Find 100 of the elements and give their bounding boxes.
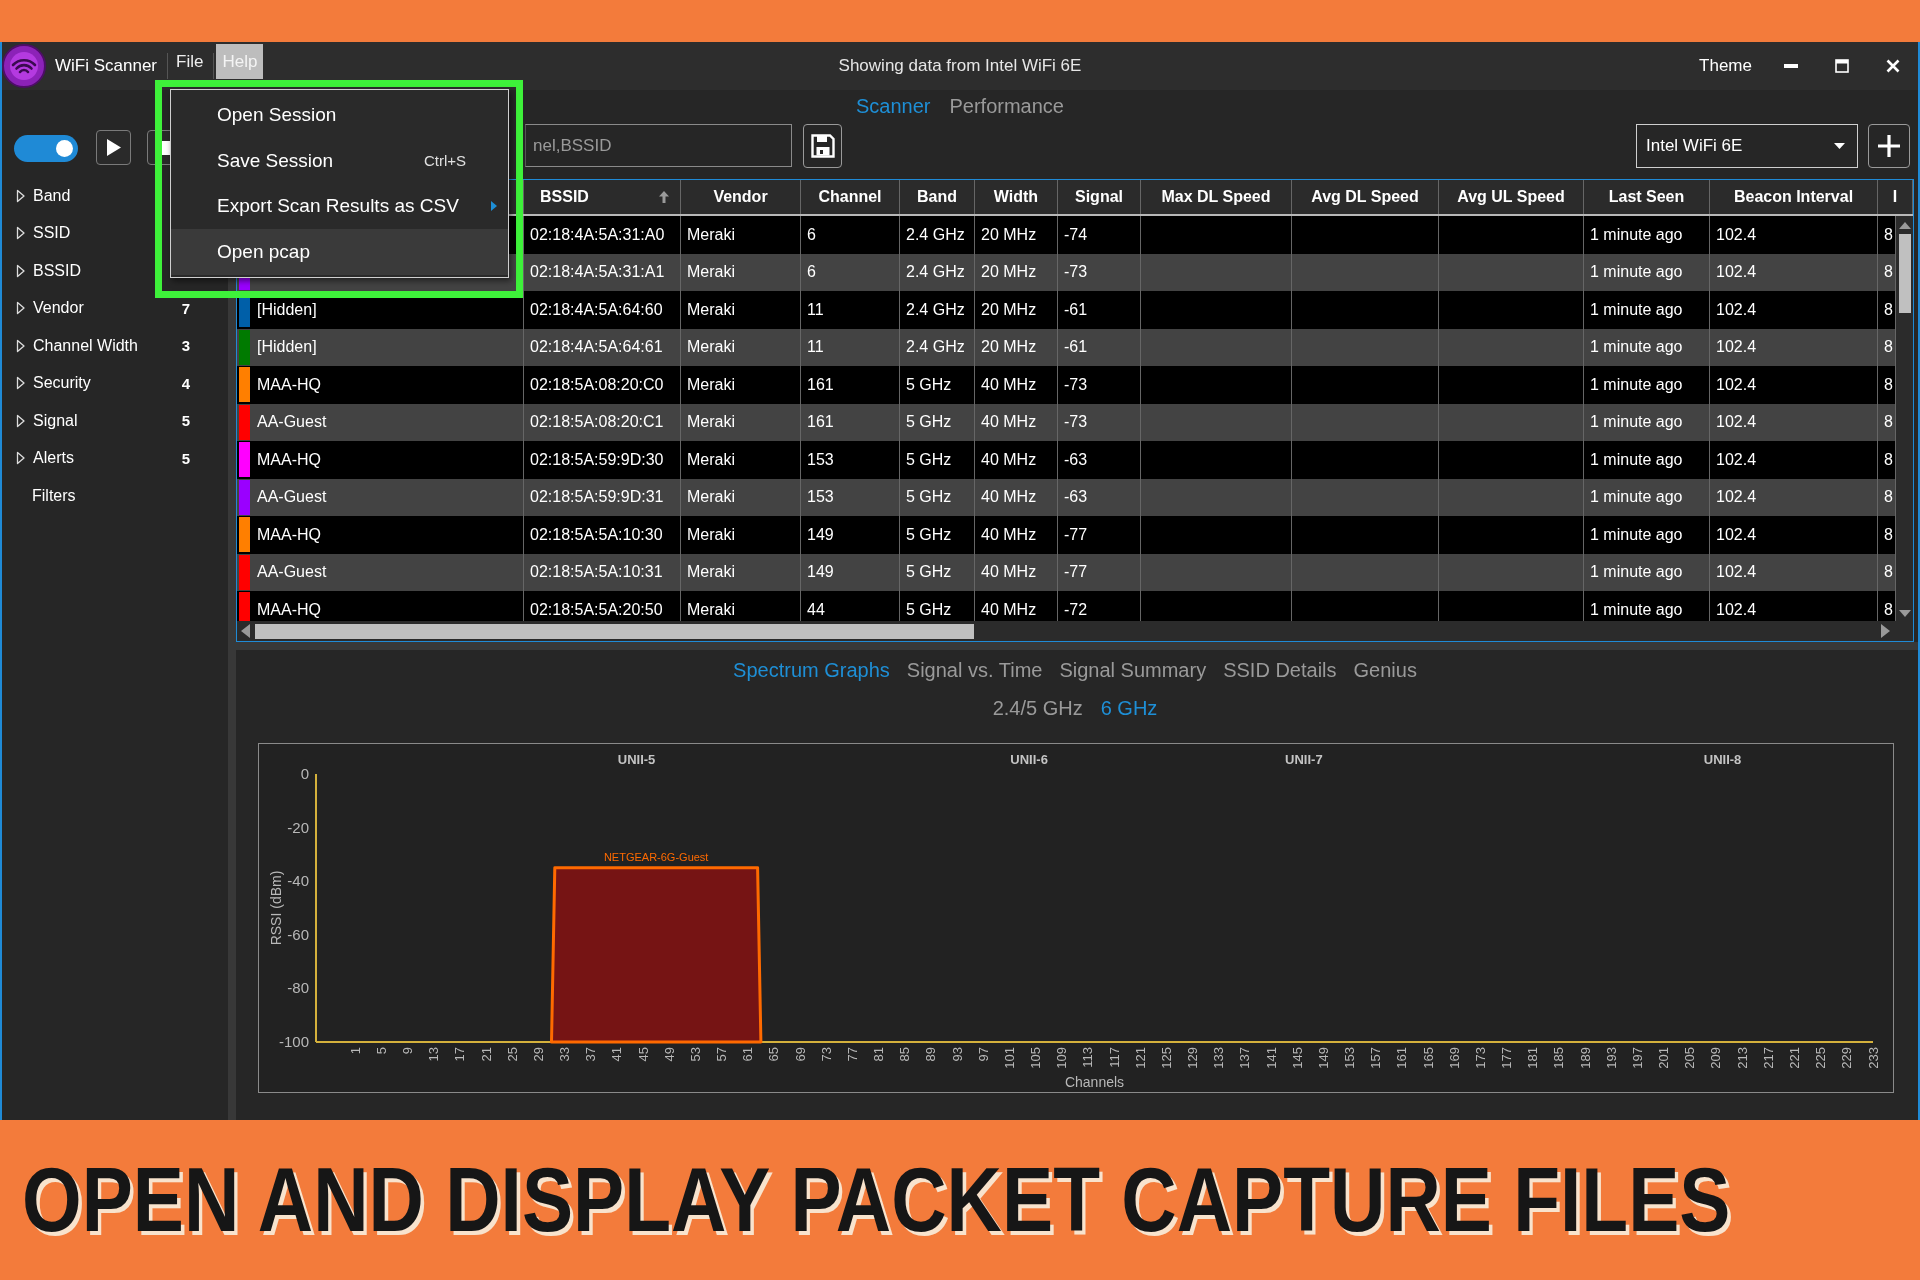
table-cell: 149 bbox=[801, 516, 900, 554]
tab[interactable]: 6 GHz bbox=[1100, 696, 1158, 720]
column-header[interactable]: Max DL Speed bbox=[1141, 180, 1292, 214]
play-icon bbox=[106, 139, 121, 156]
x-tick-label: 57 bbox=[714, 1047, 730, 1062]
table-row[interactable]: [Hidden] 02:18:4A:5A:64:60 Meraki 11 2.4 GHz 20 MHz -61 1 minute ago 102.4 8 bbox=[237, 291, 1896, 329]
table-cell: -73 bbox=[1058, 366, 1141, 404]
table-cell: 02:18:4A:5A:64:60 bbox=[524, 291, 681, 329]
x-tick-label: 29 bbox=[530, 1047, 546, 1062]
scrollbar-thumb[interactable] bbox=[255, 623, 974, 639]
x-tick-label: 45 bbox=[635, 1047, 651, 1062]
theme-button[interactable]: Theme bbox=[1699, 56, 1752, 76]
menu-item[interactable]: File bbox=[172, 44, 208, 79]
filter-group[interactable]: BSSID bbox=[2, 252, 83, 290]
table-row[interactable]: AA-Guest 02:18:5A:08:20:C1 Meraki 161 5 GHz 40 MHz -73 1 minute ago 102.4 8 bbox=[237, 403, 1896, 441]
x-tick-label: 181 bbox=[1525, 1047, 1541, 1069]
save-button[interactable] bbox=[803, 124, 842, 168]
vertical-scrollbar[interactable] bbox=[1896, 216, 1913, 621]
filter-count: 7 bbox=[181, 299, 190, 317]
filter-group[interactable]: Vendor 7 bbox=[2, 289, 228, 327]
column-header[interactable]: Avg DL Speed bbox=[1292, 180, 1439, 214]
band-label: UNII-6 bbox=[1010, 752, 1048, 767]
table-cell: MAA-HQ bbox=[257, 450, 321, 469]
column-header[interactable]: Signal bbox=[1058, 180, 1141, 214]
filter-count: 3 bbox=[181, 337, 190, 355]
y-tick-label: -80 bbox=[287, 979, 309, 997]
column-header[interactable]: Last Seen bbox=[1584, 180, 1710, 214]
x-tick-label: 65 bbox=[766, 1047, 782, 1062]
shortcut-label: Ctrl+S bbox=[423, 152, 466, 170]
menu-item[interactable]: Open Session bbox=[171, 92, 508, 138]
filter-group[interactable]: Alerts 5 bbox=[2, 439, 228, 477]
x-tick-label: 133 bbox=[1211, 1047, 1227, 1069]
filter-group[interactable]: Channel Width 3 bbox=[2, 327, 228, 365]
column-header[interactable]: Avg UL Speed bbox=[1439, 180, 1584, 214]
filter-group[interactable]: Signal 5 bbox=[2, 402, 228, 440]
table-row[interactable]: MAA-HQ 02:18:5A:5A:20:50 Meraki 44 5 GHz 40 MHz -72 1 minute ago 102.4 8 bbox=[237, 591, 1896, 621]
x-tick-label: 109 bbox=[1054, 1047, 1070, 1069]
tab[interactable]: Signal vs. Time bbox=[906, 658, 1043, 682]
x-tick-label: 13 bbox=[426, 1047, 442, 1062]
band-label: UNII-8 bbox=[1703, 752, 1742, 767]
column-header[interactable]: BSSID bbox=[524, 180, 681, 214]
table-row[interactable]: AA-Guest 02:18:5A:59:9D:31 Meraki 153 5 GHz 40 MHz -63 1 minute ago 102.4 8 bbox=[237, 478, 1896, 516]
table-cell: 40 MHz bbox=[975, 366, 1058, 404]
x-axis-title: Channels bbox=[1064, 1074, 1125, 1090]
column-header[interactable]: Vendor bbox=[681, 180, 801, 214]
table-cell: 5 GHz bbox=[900, 366, 975, 404]
y-tick-label: 0 bbox=[300, 765, 309, 782]
search-field[interactable]: nel,BSSID bbox=[525, 124, 792, 167]
x-tick-label: 69 bbox=[792, 1047, 808, 1062]
x-tick-label: 5 bbox=[373, 1047, 389, 1055]
scrollbar-thumb[interactable] bbox=[1898, 234, 1911, 313]
caret-up-icon bbox=[1898, 222, 1911, 229]
table-cell: Meraki bbox=[681, 366, 801, 404]
tab[interactable]: Spectrum Graphs bbox=[733, 658, 890, 682]
tab[interactable]: SSID Details bbox=[1223, 658, 1337, 682]
table-cell: AA-Guest bbox=[257, 488, 327, 507]
menu-item[interactable]: Save Session Ctrl+S bbox=[171, 137, 508, 184]
tab[interactable]: 2.4/5 GHz bbox=[992, 696, 1083, 720]
filter-group[interactable]: Security 4 bbox=[2, 364, 228, 402]
x-tick-label: 1 bbox=[347, 1047, 363, 1055]
x-tick-label: 93 bbox=[949, 1047, 965, 1062]
tab[interactable]: Performance bbox=[949, 94, 1064, 118]
table-cell: 1 minute ago bbox=[1584, 291, 1710, 329]
filter-group[interactable]: Band bbox=[2, 177, 73, 215]
table-row[interactable]: MAA-HQ 02:18:5A:08:20:C0 Meraki 161 5 GHz 40 MHz -73 1 minute ago 102.4 8 bbox=[237, 366, 1896, 404]
x-tick-label: 125 bbox=[1158, 1047, 1174, 1069]
table-cell: 2.4 GHz bbox=[900, 291, 975, 329]
x-tick-label: 33 bbox=[557, 1047, 573, 1062]
table-cell: -63 bbox=[1058, 441, 1141, 479]
minimize-icon bbox=[1783, 63, 1798, 69]
table-cell: 40 MHz bbox=[975, 441, 1058, 479]
x-tick-label: 169 bbox=[1446, 1047, 1462, 1069]
menu-item[interactable]: Open pcap bbox=[171, 229, 508, 275]
column-header[interactable]: I bbox=[1878, 180, 1913, 214]
x-tick-label: 89 bbox=[923, 1047, 939, 1062]
x-tick-label: 177 bbox=[1499, 1047, 1515, 1069]
save-icon bbox=[810, 134, 835, 158]
add-button[interactable] bbox=[1868, 124, 1910, 168]
scan-toggle[interactable] bbox=[14, 135, 78, 162]
tab[interactable]: Genius bbox=[1353, 658, 1417, 682]
column-header[interactable]: Channel bbox=[801, 180, 900, 214]
column-header[interactable]: Band bbox=[900, 180, 975, 214]
table-row[interactable]: AA-Guest 02:18:5A:5A:10:31 Meraki 149 5 GHz 40 MHz -77 1 minute ago 102.4 8 bbox=[237, 553, 1896, 591]
play-button[interactable] bbox=[96, 130, 131, 165]
adapter-dropdown[interactable]: Intel WiFi 6E bbox=[1636, 124, 1858, 168]
horizontal-scrollbar[interactable] bbox=[237, 621, 1913, 641]
column-header[interactable]: Beacon Interval bbox=[1710, 180, 1878, 214]
table-cell: [Hidden] bbox=[257, 338, 317, 357]
table-row[interactable]: MAA-HQ 02:18:5A:5A:10:30 Meraki 149 5 GHz 40 MHz -77 1 minute ago 102.4 8 bbox=[237, 516, 1896, 554]
table-row[interactable]: [Hidden] 02:18:4A:5A:64:61 Meraki 11 2.4 GHz 20 MHz -61 1 minute ago 102.4 8 bbox=[237, 328, 1896, 366]
x-tick-label: 193 bbox=[1603, 1047, 1619, 1069]
x-tick-label: 77 bbox=[844, 1047, 860, 1062]
table-row[interactable]: MAA-HQ 02:18:5A:59:9D:30 Meraki 153 5 GHz 40 MHz -63 1 minute ago 102.4 8 bbox=[237, 441, 1896, 479]
tab[interactable]: Signal Summary bbox=[1059, 658, 1207, 682]
caret-down-icon bbox=[1898, 610, 1911, 617]
column-header[interactable]: Width bbox=[975, 180, 1058, 214]
y-axis-title: RSSI (dBm) bbox=[268, 870, 284, 946]
filter-group[interactable]: SSID bbox=[2, 214, 73, 252]
series-label: NETGEAR-6G-Guest bbox=[603, 850, 709, 863]
tab[interactable]: Scanner bbox=[856, 94, 931, 118]
